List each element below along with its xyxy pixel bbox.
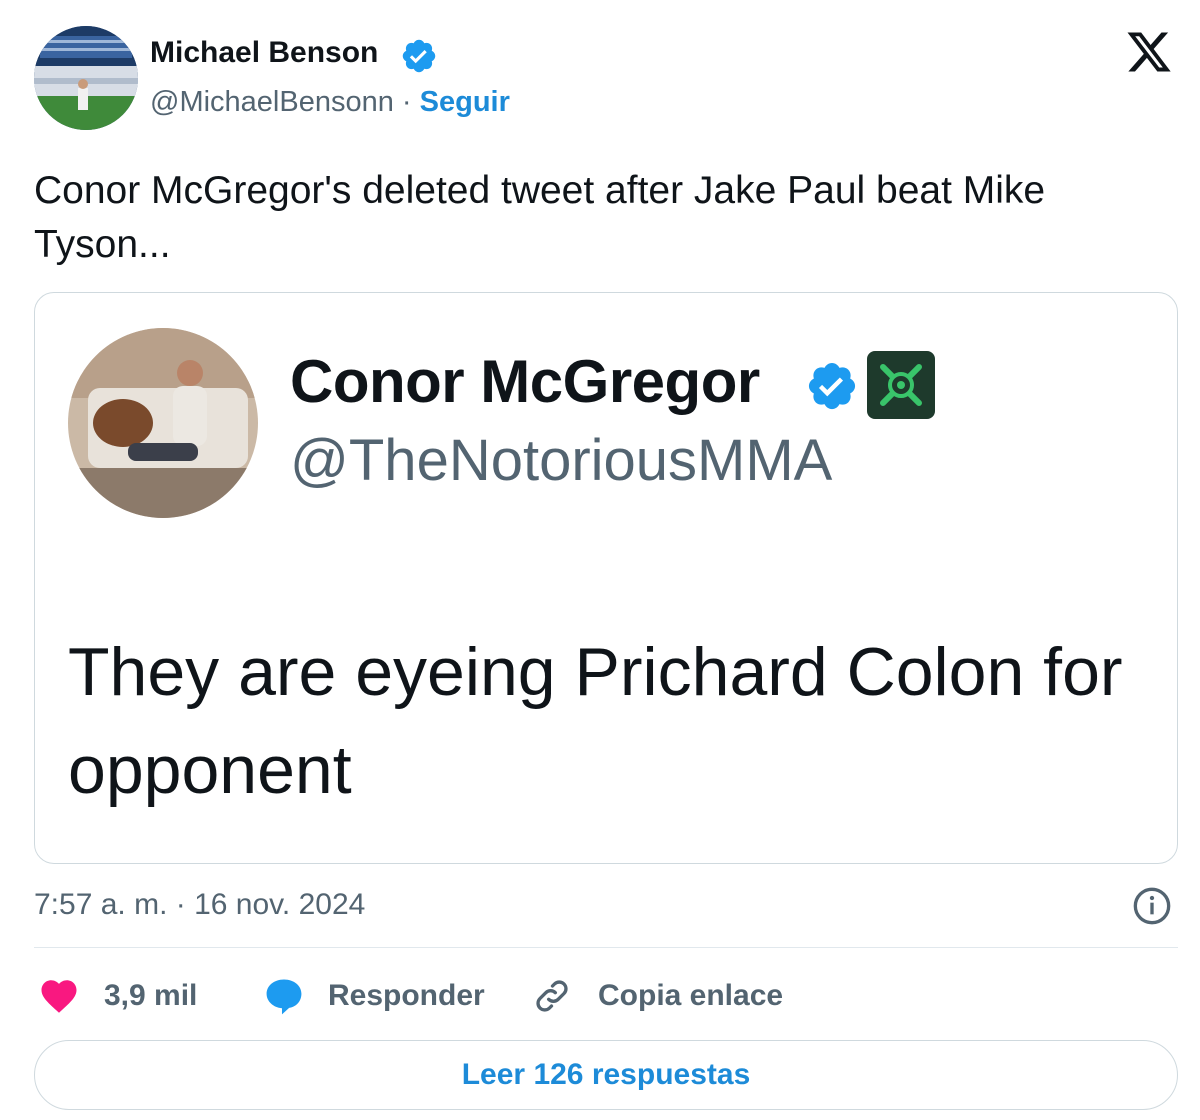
embedded-author-avatar <box>68 328 258 518</box>
tweet-timestamp[interactable]: 7:57 a. m. · 16 nov. 2024 <box>34 888 365 922</box>
follow-button[interactable]: Seguir <box>420 86 510 118</box>
read-replies-button[interactable]: Leer 126 respuestas <box>34 1040 1178 1110</box>
link-icon <box>536 980 568 1012</box>
author-name[interactable]: Michael Benson <box>150 36 378 70</box>
person-on-sofa-photo <box>68 328 258 518</box>
like-count: 3,9 mil <box>104 979 198 1012</box>
embedded-text-line-1: They are eyeing Prichard Colon for <box>68 634 1123 710</box>
stadium-photo-avatar <box>34 26 138 130</box>
verified-badge-icon <box>402 39 436 73</box>
tweet-text: Conor McGregor's deleted tweet after Jak… <box>34 169 1046 266</box>
reply-label: Responder <box>328 979 485 1012</box>
embedded-verified-badge-icon <box>808 362 856 410</box>
affiliate-badge-icon <box>867 351 935 419</box>
author-avatar[interactable] <box>34 26 138 130</box>
copy-link-label: Copia enlace <box>598 979 784 1012</box>
embedded-tweet-card[interactable]: Conor McGregor @TheNotoriousMMA They are… <box>34 292 1178 864</box>
like-button[interactable]: 3,9 mil <box>38 972 197 1020</box>
read-replies-label: Leer 126 respuestas <box>461 1058 751 1091</box>
x-logo-icon[interactable] <box>1124 28 1174 76</box>
divider <box>34 947 1178 948</box>
embedded-text-line-2: opponent <box>68 732 352 808</box>
speech-bubble-icon <box>266 979 302 1015</box>
author-handle-row: @MichaelBensonn · Seguir <box>150 86 510 119</box>
author-handle[interactable]: @MichaelBensonn <box>150 86 394 118</box>
info-icon[interactable] <box>1132 886 1172 926</box>
heart-icon <box>41 980 77 1013</box>
embedded-tweet-text: They are eyeing Prichard Colon for oppon… <box>68 623 1177 819</box>
embedded-author-handle: @TheNotoriousMMA <box>290 428 833 493</box>
handle-separator: · <box>393 86 420 118</box>
copy-link-button[interactable]: Copia enlace <box>532 972 783 1020</box>
embedded-author-name: Conor McGregor <box>290 348 760 415</box>
reply-button[interactable]: Responder <box>262 972 485 1020</box>
